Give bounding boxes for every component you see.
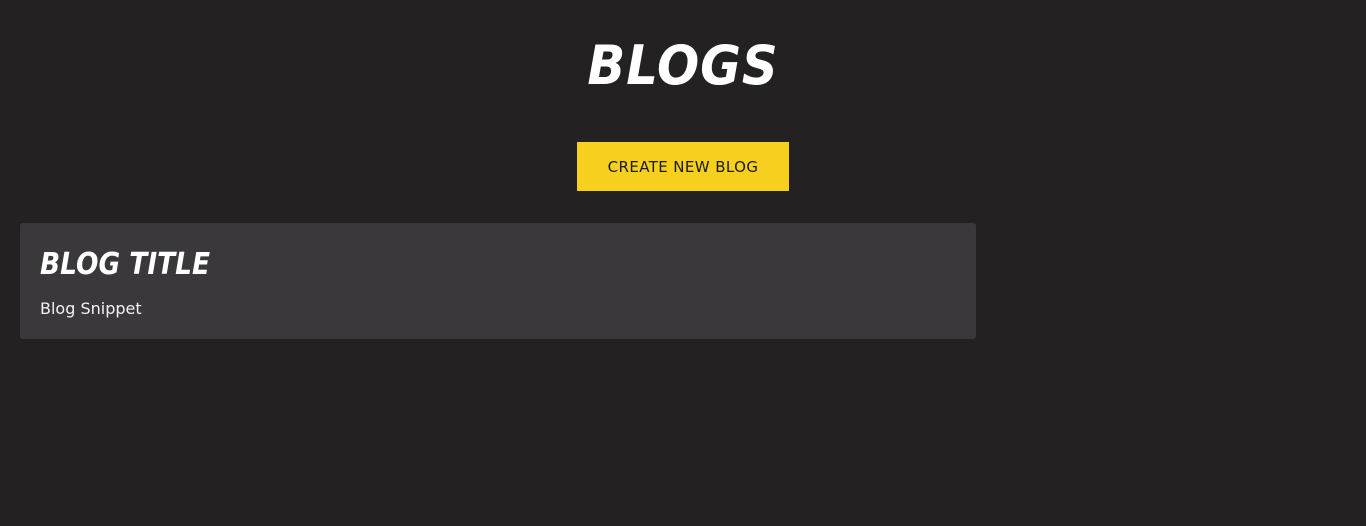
blogs-page: BLOGS CREATE NEW BLOG BLOG TITLE Blog Sn… [0, 0, 1366, 526]
blog-title: BLOG TITLE [40, 247, 211, 282]
create-new-blog-button[interactable]: CREATE NEW BLOG [577, 142, 789, 191]
blog-snippet: Blog Snippet [40, 299, 142, 318]
page-title: BLOGS [587, 34, 779, 97]
blog-card[interactable]: BLOG TITLE Blog Snippet [20, 223, 976, 339]
